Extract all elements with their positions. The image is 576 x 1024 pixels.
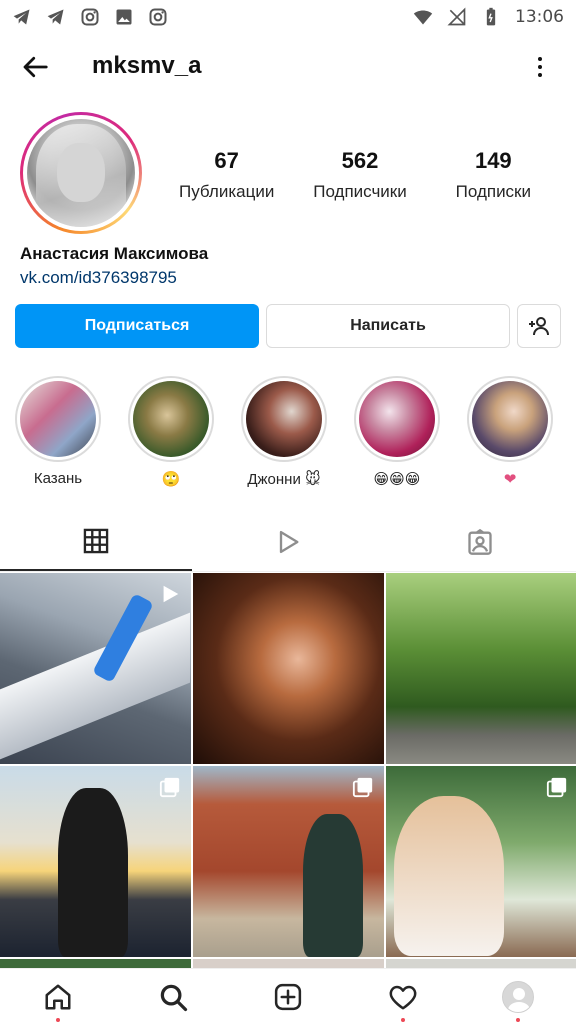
telegram-icon [46,7,66,27]
stat-label: Подписчики [313,182,407,201]
carousel-icon [352,777,373,798]
new-post-icon [274,983,302,1010]
status-time: 13:06 [515,7,564,27]
instagram-icon [148,7,168,27]
reels-icon [279,530,299,553]
posts-grid [0,573,576,973]
profile-full-name: Анастасия Максимова [20,244,209,263]
message-button[interactable]: Написать [266,304,510,348]
highlight-label: ❤ [503,471,517,488]
stat-count: 562 [341,148,379,173]
profile-tabs [0,512,576,572]
notification-dot [516,1018,521,1022]
bottom-navigation [0,968,576,1024]
highlight-cover [359,381,435,457]
highlight-cover [472,381,548,457]
highlight-label: Джонни 🐭 [247,471,321,488]
suggested-users-button[interactable] [517,304,561,348]
highlight-cover [20,381,96,457]
highlight-label: 🙄 [161,471,181,488]
grid-icon [83,528,109,553]
status-right-icons: 13:06 [413,7,564,27]
profile-link[interactable]: vk.com/id376398795 [20,268,177,288]
nav-home[interactable] [0,969,115,1024]
tab-grid[interactable] [0,512,192,571]
highlight-item[interactable]: ❤ [465,376,555,488]
highlight-label: 😁😁😁 [373,471,421,488]
notification-dot [401,1018,406,1022]
tab-tagged[interactable] [384,512,576,571]
stat-count: 67 [214,148,239,173]
post-thumbnail[interactable] [0,766,191,957]
post-thumbnail[interactable] [386,573,576,764]
nav-profile[interactable] [461,969,576,1024]
highlight-cover [246,381,322,457]
battery-icon [481,7,501,27]
search-icon [160,984,187,1011]
carousel-icon [546,777,567,798]
instagram-icon [80,7,100,27]
profile-username: mksmv_a [92,52,202,79]
home-icon [45,984,71,1009]
nav-search[interactable] [115,969,230,1024]
highlight-label: Казань [33,470,83,487]
avatar [27,119,135,227]
highlight-item[interactable]: 😁😁😁 [352,376,442,488]
highlight-cover [133,381,209,457]
stat-label: Публикации [179,182,275,201]
video-icon [163,585,179,603]
stat-posts[interactable]: 67 Публикации [160,148,293,202]
post-thumbnail[interactable] [386,766,576,957]
highlight-item[interactable]: 🙄 [126,376,216,488]
nav-new-post[interactable] [230,969,345,1024]
post-thumbnail[interactable] [193,573,384,764]
stat-followers[interactable]: 562 Подписчики [293,148,426,202]
story-highlights: Казань 🙄 Джонни 🐭 😁😁😁 ❤ [0,376,576,496]
follow-button[interactable]: Подписаться [15,304,259,348]
tagged-icon [468,528,492,555]
post-thumbnail[interactable] [0,573,191,764]
wifi-icon [413,7,433,27]
nav-activity[interactable] [346,969,461,1024]
more-vertical-icon [538,57,542,61]
carousel-icon [159,777,180,798]
profile-header: mksmv_a [0,38,576,96]
profile-avatar [502,980,535,1013]
heart-icon [389,985,417,1009]
no-signal-icon [447,7,467,27]
back-button[interactable] [18,50,52,84]
highlight-item[interactable]: Джонни 🐭 [239,376,329,488]
post-thumbnail[interactable] [193,766,384,957]
status-bar: 13:06 [0,0,576,34]
arrow-left-icon [23,56,48,78]
profile-stats: 67 Публикации 562 Подписчики 149 Подписк… [160,148,560,202]
notification-dot [55,1018,60,1022]
status-left-icons [12,7,168,27]
tab-reels[interactable] [192,512,384,571]
stat-following[interactable]: 149 Подписки [427,148,560,202]
stat-label: Подписки [455,182,531,201]
profile-avatar-story-ring[interactable] [20,112,142,234]
highlight-item[interactable]: Казань [13,376,103,487]
telegram-icon [12,7,32,27]
stat-count: 149 [474,148,512,173]
more-options-button[interactable] [530,50,550,84]
add-user-icon [529,317,549,336]
gallery-icon [114,7,134,27]
